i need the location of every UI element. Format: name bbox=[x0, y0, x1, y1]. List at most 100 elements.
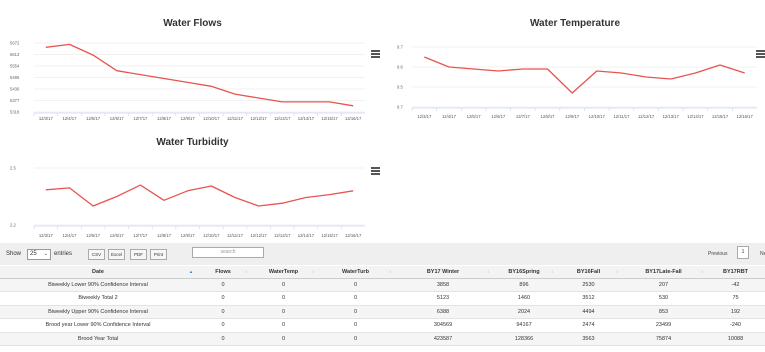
x-tick-label: 12/4/17 bbox=[442, 114, 457, 119]
table-cell: 530 bbox=[621, 291, 706, 306]
table-cell: 0 bbox=[317, 278, 394, 292]
x-tick-label: 12/3/17 bbox=[417, 114, 432, 119]
column-header-by16-spring[interactable]: BY16Spring ↕ bbox=[492, 266, 556, 279]
x-tick-label: 12/8/17 bbox=[157, 116, 172, 121]
table-controls: Show 25 ⌄ entries CSV Excel PDF Print se… bbox=[0, 246, 765, 262]
row-label-cell: Brood year Lower 90% Confidence Interval bbox=[0, 318, 196, 333]
table-cell: 896 bbox=[492, 278, 556, 292]
table-cell: 0 bbox=[196, 318, 250, 333]
table-cell: 853 bbox=[621, 305, 706, 319]
x-tick-label: 12/15/17 bbox=[321, 116, 338, 121]
x-tick-label: 12/12/17 bbox=[638, 114, 655, 119]
excel-button[interactable]: Excel bbox=[108, 249, 125, 260]
data-table: Date ▲ Flows ↕ WaterTemp ↕ WaterTurb ↕ BY17 … bbox=[0, 266, 765, 346]
x-tick-label: 12/6/17 bbox=[110, 116, 125, 121]
x-tick-label: 12/13/17 bbox=[274, 116, 291, 121]
series-line bbox=[45, 184, 354, 207]
table-cell: -42 bbox=[706, 278, 765, 292]
x-tick-label: 12/11/17 bbox=[613, 114, 630, 119]
next-page-button[interactable]: Ne bbox=[760, 251, 765, 257]
table-cell: 0 bbox=[250, 278, 317, 292]
x-tick-label: 12/12/17 bbox=[250, 233, 267, 238]
column-header-by17-winter[interactable]: BY17 Winter ↕ bbox=[394, 266, 492, 279]
table-cell: 0 bbox=[250, 305, 317, 319]
table-cell: 0 bbox=[250, 291, 317, 306]
x-tick-label: 12/4/17 bbox=[62, 233, 77, 238]
row-label-cell: Biweekly Upper 90% Confidence Interval bbox=[0, 305, 196, 319]
column-header-date[interactable]: Date ▲ bbox=[0, 266, 196, 279]
page-number-button[interactable]: 1 bbox=[737, 246, 749, 259]
x-tick-label: 12/11/17 bbox=[227, 233, 244, 238]
table-cell: 304569 bbox=[394, 318, 492, 333]
column-header-by17-late-fall[interactable]: BY17Late-Fall ↕ bbox=[621, 266, 706, 279]
table-cell: 0 bbox=[317, 291, 394, 306]
table-cell: 3858 bbox=[394, 278, 492, 292]
x-tick-label: 12/14/17 bbox=[298, 233, 315, 238]
table-cell: 75874 bbox=[621, 332, 706, 346]
x-tick-label: 12/4/17 bbox=[62, 116, 77, 121]
table-cell: 0 bbox=[196, 332, 250, 346]
show-label: Show bbox=[6, 251, 22, 257]
table-cell: 128366 bbox=[492, 332, 556, 346]
series-line bbox=[45, 43, 354, 107]
table-cell: 207 bbox=[621, 278, 706, 292]
x-tick-label: 12/10/17 bbox=[589, 114, 606, 119]
table-cell: 0 bbox=[317, 318, 394, 333]
table-cell: 2474 bbox=[556, 318, 621, 333]
table-cell: 192 bbox=[706, 305, 765, 319]
table-cell: 0 bbox=[250, 332, 317, 346]
search-input[interactable]: search bbox=[192, 247, 264, 258]
x-tick-label: 12/15/17 bbox=[712, 114, 729, 119]
table-cell: 2024 bbox=[492, 305, 556, 319]
table-cell: 75 bbox=[706, 291, 765, 306]
x-tick-label: 12/7/17 bbox=[133, 116, 148, 121]
y-tick-label: 5613 bbox=[10, 52, 20, 57]
x-tick-label: 12/3/17 bbox=[39, 233, 54, 238]
table-row: Biweekly Lower 90% Confidence Interval 0 0… bbox=[0, 278, 765, 292]
table-cell: 1460 bbox=[492, 291, 556, 306]
table-cell: 6388 bbox=[394, 305, 492, 319]
entries-select[interactable]: 25 ⌄ bbox=[27, 249, 51, 260]
table-row: Biweekly Total 2 0 0 0 5123 1460 3512 530 75 bbox=[0, 291, 765, 306]
table-cell: 23499 bbox=[621, 318, 706, 333]
x-tick-label: 12/6/17 bbox=[110, 233, 125, 238]
x-tick-label: 12/14/17 bbox=[687, 114, 704, 119]
x-tick-label: 12/10/17 bbox=[203, 116, 220, 121]
x-tick-label: 12/14/17 bbox=[298, 116, 315, 121]
csv-button[interactable]: CSV bbox=[88, 249, 105, 260]
x-tick-label: 12/6/17 bbox=[491, 114, 506, 119]
x-tick-label: 12/5/17 bbox=[467, 114, 482, 119]
table-cell: 2530 bbox=[556, 278, 621, 292]
x-tick-label: 12/9/17 bbox=[181, 233, 196, 238]
x-tick-label: 12/3/17 bbox=[39, 116, 54, 121]
x-tick-label: 12/12/17 bbox=[250, 116, 267, 121]
print-button[interactable]: Print bbox=[150, 249, 167, 260]
y-tick-label: 5672 bbox=[10, 41, 20, 46]
table-cell: 0 bbox=[250, 318, 317, 333]
row-label-cell: Brood Year Total bbox=[0, 332, 196, 346]
pdf-button[interactable]: PDF bbox=[130, 249, 147, 260]
table-row: Brood Year Total 0 0 0 423587 128366 3563 75874… bbox=[0, 332, 765, 346]
table-cell: 4494 bbox=[556, 305, 621, 319]
y-tick-label: 5318 bbox=[10, 110, 20, 115]
chevron-down-icon: ⌄ bbox=[43, 251, 48, 257]
water-temperature-plot: 9.7 9.6 9.5 9.7 12/3/17 12/4/17 12/5/17 12/6/17… bbox=[397, 45, 757, 119]
table-cell: 0 bbox=[196, 305, 250, 319]
y-tick-label: 9.5 bbox=[397, 85, 403, 90]
column-header-flows[interactable]: Flows ↕ bbox=[196, 266, 250, 279]
table-cell: 10088 bbox=[706, 332, 765, 346]
dashboard-page: Water Flows 5672 5613 5554 5495 5436 5377 5318… bbox=[0, 0, 765, 352]
x-tick-label: 12/9/17 bbox=[181, 116, 196, 121]
x-tick-label: 12/5/17 bbox=[86, 116, 101, 121]
row-label-cell: Biweekly Total 2 bbox=[0, 291, 196, 306]
x-tick-label: 12/16/17 bbox=[737, 114, 754, 119]
column-header-waterturb[interactable]: WaterTurb ↕ bbox=[317, 266, 394, 279]
y-tick-label: 5377 bbox=[10, 98, 20, 103]
column-header-watertemp[interactable]: WaterTemp ↕ bbox=[250, 266, 317, 279]
entries-label: entries bbox=[54, 251, 73, 257]
column-header-by16-fall[interactable]: BY16Fall ↕ bbox=[556, 266, 621, 279]
column-header-by17-rbt[interactable]: BY17RBT bbox=[706, 266, 765, 279]
series-line bbox=[424, 56, 745, 94]
x-tick-label: 12/9/17 bbox=[565, 114, 580, 119]
previous-page-button[interactable]: Previous bbox=[708, 251, 727, 257]
